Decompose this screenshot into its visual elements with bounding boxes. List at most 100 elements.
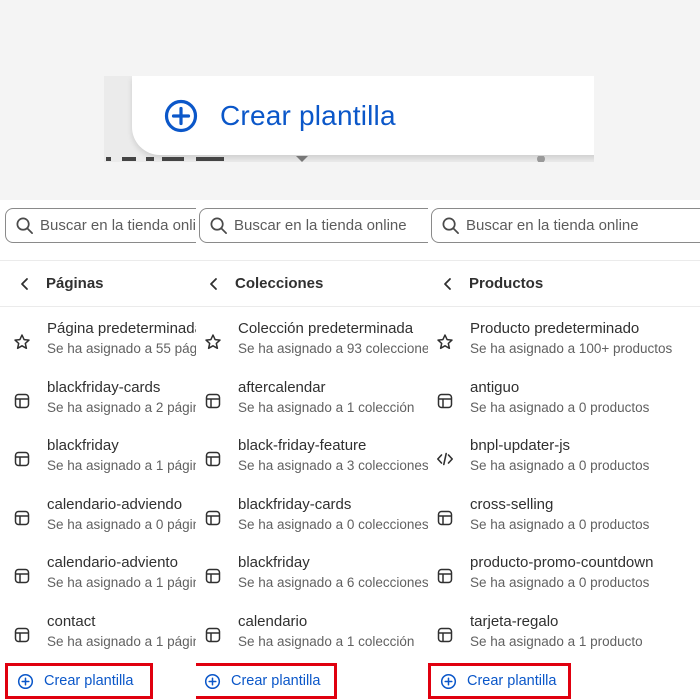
panel-title: Productos [469,275,544,292]
template-name: black-friday-feature [238,437,367,455]
template-item[interactable]: tarjeta-regalo Se ha asignado a 1 produc… [428,607,700,666]
chevron-left-icon[interactable] [206,276,222,292]
search-input[interactable]: Buscar en la tienda online [5,208,196,243]
create-template-button[interactable]: Crear plantilla [428,663,571,699]
template-name: Producto predeterminado [470,320,640,337]
code-icon [437,452,453,466]
template-assignment: Se ha asignado a 1 producto [470,633,643,649]
template-list: Producto predeterminado Se ha asignado a… [428,314,700,666]
template-icon [14,627,30,643]
template-icon [205,510,221,526]
template-item[interactable]: contact Se ha asignado a 1 página [0,607,196,666]
create-template-label: Crear plantilla [467,673,557,689]
template-name: Colección predeterminada [238,320,414,337]
template-item[interactable]: calendario-adviento Se ha asignado a 1 p… [0,548,196,607]
star-icon [14,334,30,350]
panel-title: Colecciones [235,275,324,292]
cropped-content-fragment [106,156,545,162]
template-name: calendario-adviendo [47,495,183,513]
zoom-create-template-label: Crear plantilla [220,99,396,131]
search-icon [442,217,459,234]
template-name: blackfriday-cards [238,495,352,513]
template-item[interactable]: blackfriday Se ha asignado a 1 página [0,431,196,490]
template-name: blackfriday [238,554,310,572]
template-assignment: Se ha asignado a 0 páginas [47,516,196,532]
template-icon [14,569,30,584]
template-assignment: Se ha asignado a 1 colección [238,399,415,415]
template-assignment: Se ha asignado a 1 página [47,633,196,649]
template-list: Página predeterminada Se ha asignado a 5… [0,314,196,666]
chevron-left-icon[interactable] [17,276,33,292]
search-input[interactable]: Buscar en la tienda online [431,208,700,243]
plus-circle-icon [440,673,457,689]
template-item[interactable]: calendario Se ha asignado a 1 colección [196,607,428,666]
template-assignment: Se ha asignado a 1 página [47,575,196,591]
template-icon [14,451,30,467]
search-placeholder: Buscar en la tienda online [40,217,196,234]
template-name: calendario [238,612,308,630]
search-placeholder: Buscar en la tienda online [234,217,407,234]
template-item[interactable]: aftercalendar Se ha asignado a 1 colecci… [196,373,428,432]
template-icon [205,627,221,643]
panel-header: Productos [428,260,700,307]
template-name: producto-promo-countdown [470,554,654,572]
create-template-button[interactable]: Crear plantilla [5,663,153,699]
template-name: bnpl-updater-js [470,437,571,455]
template-item[interactable]: Producto predeterminado Se ha asignado a… [428,314,700,373]
plus-circle-icon [17,673,34,689]
template-item[interactable]: Página predeterminada Se ha asignado a 5… [0,314,196,373]
template-icon [205,569,221,584]
template-assignment: Se ha asignado a 93 colecciones [238,341,428,356]
template-item[interactable]: calendario-adviendo Se ha asignado a 0 p… [0,490,196,549]
search-icon [210,217,227,234]
template-item[interactable]: Colección predeterminada Se ha asignado … [196,314,428,373]
template-assignment: Se ha asignado a 1 página [47,458,196,474]
zoom-callout-area: Crear plantilla [0,0,700,200]
template-name: tarjeta-regalo [470,612,559,630]
chevron-left-icon[interactable] [440,276,456,292]
template-item[interactable]: producto-promo-countdown Se ha asignado … [428,548,700,607]
template-assignment: Se ha asignado a 55 páginas [47,341,196,356]
search-input[interactable]: Buscar en la tienda online [199,208,428,243]
template-assignment: Se ha asignado a 0 productos [470,458,650,474]
search-placeholder: Buscar en la tienda online [466,217,639,234]
zoom-create-template-button[interactable]: Crear plantilla [132,76,594,155]
template-assignment: Se ha asignado a 1 colección [238,633,415,649]
template-name: cross-selling [470,495,554,513]
template-assignment: Se ha asignado a 100+ productos [470,341,673,356]
template-icon [14,393,30,408]
panel-title: Páginas [46,275,104,292]
star-icon [205,334,221,350]
template-item[interactable]: cross-selling Se ha asignado a 0 product… [428,490,700,549]
template-icon [205,393,221,408]
template-name: aftercalendar [238,378,326,396]
template-item[interactable]: black-friday-feature Se ha asignado a 3 … [196,431,428,490]
template-item[interactable]: antiguo Se ha asignado a 0 productos [428,373,700,432]
template-icon [437,627,453,643]
template-assignment: Se ha asignado a 0 productos [470,516,650,532]
template-item[interactable]: blackfriday Se ha asignado a 6 coleccion… [196,548,428,607]
template-item[interactable]: blackfriday-cards Se ha asignado a 0 col… [196,490,428,549]
template-icon [14,510,30,526]
template-item[interactable]: bnpl-updater-js Se ha asignado a 0 produ… [428,431,700,490]
template-name: antiguo [470,378,520,396]
create-template-button[interactable]: Crear plantilla [196,663,337,699]
panel-header: Páginas [0,260,196,307]
template-name: calendario-adviento [47,554,178,572]
panel-pages: Buscar en la tienda online Páginas Págin… [0,200,196,700]
template-name: Página predeterminada [47,320,196,337]
template-name: contact [47,612,96,630]
create-template-label: Crear plantilla [231,673,321,689]
plus-circle-icon [164,99,198,132]
panel-products: Buscar en la tienda online Productos Pro… [428,200,700,700]
zoom-callout-card: Crear plantilla [104,76,594,162]
template-icon [437,510,453,526]
template-item[interactable]: blackfriday-cards Se ha asignado a 2 pág… [0,373,196,432]
template-assignment: Se ha asignado a 6 colecciones [238,575,428,591]
template-assignment: Se ha asignado a 3 colecciones [238,458,428,474]
template-list: Colección predeterminada Se ha asignado … [196,314,428,666]
template-icon [437,569,453,584]
create-template-label: Crear plantilla [44,673,134,689]
template-name: blackfriday [47,437,119,455]
template-icon [205,451,221,467]
